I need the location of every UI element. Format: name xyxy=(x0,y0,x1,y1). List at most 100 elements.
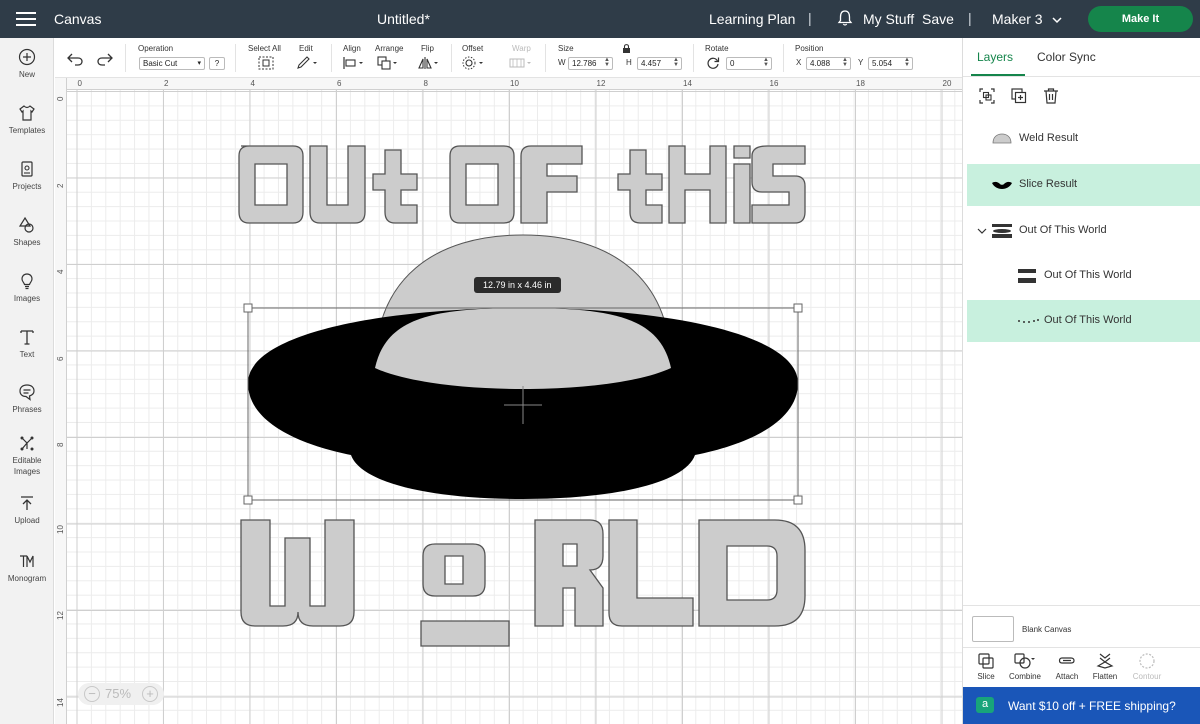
combine-label: Combine xyxy=(1008,672,1041,681)
sidebar-item-shapes[interactable]: Shapes xyxy=(0,216,54,248)
flatten-button[interactable]: Flatten xyxy=(1085,652,1125,681)
undo-icon[interactable] xyxy=(67,52,83,66)
toolbar-divider xyxy=(545,44,546,72)
sidebar-label: Templates xyxy=(8,126,46,135)
zoom-in-button[interactable]: + xyxy=(142,686,158,702)
position-x-field[interactable]: 4.088 ▲ ▼ xyxy=(806,57,851,70)
menu-icon[interactable] xyxy=(16,12,36,26)
layer-group-out-of-this-world[interactable]: Out Of This World xyxy=(967,210,1200,252)
edit-label: Edit xyxy=(299,44,313,53)
position-y-value: 5.054 xyxy=(872,59,893,68)
trash-icon[interactable] xyxy=(1042,87,1060,105)
width-label: W xyxy=(558,58,566,67)
operation-select[interactable]: Basic Cut ▾ xyxy=(139,57,205,70)
stepper-icon[interactable]: ▲ ▼ xyxy=(842,57,848,68)
sidebar-label: Editable Images xyxy=(12,456,42,476)
duplicate-icon[interactable] xyxy=(1010,87,1028,105)
top-bar: Canvas Untitled* Learning Plan | My Stuf… xyxy=(0,0,1200,38)
edit-pencil-icon[interactable] xyxy=(296,56,318,70)
tabs-divider xyxy=(963,76,1200,77)
make-it-button[interactable]: Make It xyxy=(1088,6,1193,32)
rotate-field[interactable]: 0 ▲ ▼ xyxy=(726,57,772,70)
text-world[interactable] xyxy=(240,519,806,647)
sidebar-label: Shapes xyxy=(13,238,41,247)
stepper-icon[interactable]: ▲ ▼ xyxy=(904,57,910,68)
sidebar-item-phrases[interactable]: Phrases xyxy=(0,383,54,415)
combine-icon xyxy=(1014,653,1035,669)
sidebar-item-editable-images[interactable]: Editable Images xyxy=(0,434,54,477)
chevron-down-icon[interactable] xyxy=(977,227,987,235)
sidebar-label: New xyxy=(18,70,35,79)
left-sidebar: New Templates Projects Shapes Images Tex… xyxy=(0,38,54,724)
height-field[interactable]: 4.457 ▲ ▼ xyxy=(637,57,682,70)
bell-icon[interactable] xyxy=(836,9,854,27)
sidebar-item-upload[interactable]: Upload xyxy=(0,494,54,526)
rotate-label: Rotate xyxy=(705,44,729,53)
sidebar-label: Phrases xyxy=(12,405,42,414)
layer-thumbnail xyxy=(992,133,1012,144)
bulb-icon xyxy=(21,273,33,290)
align-icon[interactable] xyxy=(343,56,365,70)
height-label: H xyxy=(626,58,632,67)
offset-label: Offset xyxy=(462,44,484,53)
height-value: 4.457 xyxy=(641,59,662,68)
planet-shape[interactable] xyxy=(248,234,798,499)
my-stuff-link[interactable]: My Stuff xyxy=(863,11,914,27)
position-y-field[interactable]: 5.054 ▲ ▼ xyxy=(868,57,913,70)
machine-selector[interactable]: Maker 3 xyxy=(992,11,1062,27)
design-artwork[interactable] xyxy=(55,78,962,724)
sidebar-item-templates[interactable]: Templates xyxy=(0,104,54,136)
select-all-icon[interactable] xyxy=(258,56,274,70)
stepper-icon[interactable]: ▲ ▼ xyxy=(604,57,610,68)
toolbar-divider xyxy=(451,44,452,72)
slice-label: Slice xyxy=(977,672,995,681)
sidebar-item-new[interactable]: New xyxy=(0,48,54,80)
warp-label: Warp xyxy=(512,44,531,53)
sidebar-label: Projects xyxy=(12,182,42,191)
header-separator: | xyxy=(808,10,812,26)
layer-item-out-of-this-world-2[interactable]: Out Of This World xyxy=(967,300,1200,342)
stepper-icon[interactable]: ▲ ▼ xyxy=(673,57,679,68)
sidebar-item-monogram[interactable]: Monogram xyxy=(0,552,54,584)
sidebar-label: Upload xyxy=(14,516,40,525)
sidebar-label: Images xyxy=(13,294,41,303)
tab-color-sync[interactable]: Color Sync xyxy=(1037,50,1096,64)
operation-value: Basic Cut xyxy=(143,59,178,68)
blank-canvas-label: Blank Canvas xyxy=(1022,625,1072,634)
offset-icon[interactable] xyxy=(462,56,486,70)
tab-layers[interactable]: Layers xyxy=(977,50,1013,64)
promo-banner[interactable]: a Want $10 off + FREE shipping? xyxy=(963,687,1200,724)
text-out-of-this[interactable] xyxy=(238,145,806,224)
layer-item-weld-result[interactable]: Weld Result xyxy=(967,118,1200,160)
flatten-label: Flatten xyxy=(1092,672,1118,681)
arrange-icon[interactable] xyxy=(377,56,399,70)
sidebar-item-images[interactable]: Images xyxy=(0,272,54,304)
warp-icon xyxy=(509,58,531,68)
blank-canvas-swatch[interactable] xyxy=(972,616,1014,642)
operation-help-button[interactable]: ? xyxy=(209,57,225,70)
combine-button[interactable]: Combine xyxy=(1005,652,1045,681)
save-button[interactable]: Save xyxy=(922,11,954,27)
layer-item-out-of-this-world[interactable]: Out Of This World xyxy=(967,255,1200,297)
zoom-out-button[interactable]: − xyxy=(84,686,100,702)
attach-button[interactable]: Attach xyxy=(1047,652,1087,681)
group-icon[interactable] xyxy=(978,87,996,105)
flip-icon[interactable] xyxy=(418,56,440,70)
header-separator: | xyxy=(968,10,972,26)
stepper-icon[interactable]: ▲ ▼ xyxy=(763,57,769,68)
width-field[interactable]: 12.786 ▲ ▼ xyxy=(568,57,613,70)
learning-plan-link[interactable]: Learning Plan xyxy=(709,11,795,27)
layer-item-slice-result[interactable]: Slice Result xyxy=(967,164,1200,206)
rotate-icon xyxy=(707,57,720,69)
operation-label: Operation xyxy=(138,44,174,53)
app-title: Canvas xyxy=(54,11,102,27)
document-title[interactable]: Untitled* xyxy=(377,11,430,27)
slice-button[interactable]: Slice xyxy=(966,652,1006,681)
design-canvas[interactable]: 0 2 4 6 8 10 12 14 16 18 20 0 2 4 6 8 10 12 14 xyxy=(55,78,962,724)
x-label: X xyxy=(796,58,802,67)
redo-icon[interactable] xyxy=(97,52,113,66)
lock-icon[interactable] xyxy=(622,43,631,54)
sidebar-item-projects[interactable]: Projects xyxy=(0,160,54,192)
sidebar-item-text[interactable]: Text xyxy=(0,328,54,360)
contour-label: Contour xyxy=(1132,672,1162,681)
